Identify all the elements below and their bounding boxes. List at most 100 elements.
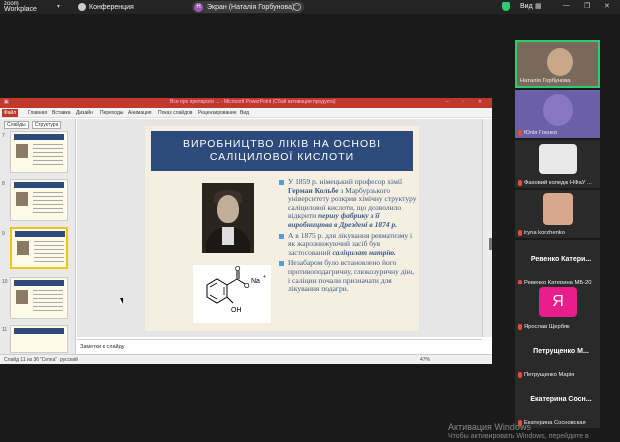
ribbon-tab-review[interactable]: Рецензирование: [198, 110, 237, 116]
slide-scrollbar[interactable]: [482, 119, 492, 337]
oxygen-label: O: [244, 283, 250, 290]
ribbon-tab-design[interactable]: Дизайн: [76, 110, 93, 116]
screen-share-pill[interactable]: Н Экран (Наталія Горбунова) ···: [192, 1, 304, 13]
slide-thumbnail-selected[interactable]: [10, 227, 68, 269]
charge-label: +: [263, 274, 266, 280]
slide-title-line1: ВИРОБНИЦТВО ЛІКІВ НА ОСНОВІ: [182, 138, 382, 150]
slide-thumbnail[interactable]: [10, 179, 68, 221]
muted-mic-icon: [518, 130, 522, 136]
slide-thumbnail[interactable]: [10, 277, 68, 319]
slide-bullets: У 1859 р. німецький професор хімії Герма…: [279, 177, 417, 296]
participant-tile[interactable]: Фаховий коледж НФаУ ...: [515, 140, 600, 188]
shared-screen: Все про препарати ... - Microsoft PowerP…: [0, 98, 492, 364]
participant-display-name: Ревенко Катери...: [530, 256, 592, 263]
sodium-label: Na: [251, 278, 260, 285]
language-label: русский: [60, 357, 78, 363]
close-icon[interactable]: ✕: [604, 2, 610, 10]
slide-thumbnail[interactable]: [10, 131, 68, 173]
notes-pane[interactable]: Заметки к слайду: [77, 339, 482, 354]
participant-name: Юлія Гоєнко: [524, 130, 557, 136]
minimize-icon[interactable]: —: [563, 2, 570, 9]
ppt-window-title: Все про препарати ... - Microsoft PowerP…: [170, 99, 336, 105]
ribbon-tab-slideshow[interactable]: Показ слайдов: [158, 110, 192, 116]
chevron-down-icon[interactable]: ▾: [57, 3, 60, 10]
slide-thumbnail[interactable]: [10, 325, 68, 353]
slides-pane: Слайды Структура 7 8 9 10 11: [0, 119, 76, 354]
participant-image: [539, 144, 577, 174]
muted-mic-icon: [518, 180, 522, 186]
ppt-app-icon: ▣: [4, 99, 9, 105]
ribbon-tab-transitions[interactable]: Переходы: [100, 110, 123, 116]
participant-tile[interactable]: Наталія Горбунова: [515, 40, 600, 88]
participant-tile[interactable]: Петрущенко М... Петрущенко Марія: [515, 332, 600, 380]
ribbon-tab-insert[interactable]: Вставка: [52, 110, 71, 116]
slide-editor: ВИРОБНИЦТВО ЛІКІВ НА ОСНОВІ САЛІЦИЛОВОЇ …: [77, 119, 482, 337]
ribbon-tab-view[interactable]: Вид: [240, 110, 249, 116]
thumb-number: 11: [2, 327, 8, 333]
tab-outline[interactable]: Структура: [31, 121, 62, 129]
hydroxyl-label: OH: [231, 307, 242, 314]
ppt-status-bar: Слайд 11 из 36 "Сетка" русский 47%: [0, 354, 492, 364]
zoom-level[interactable]: 47%: [420, 357, 430, 363]
more-icon[interactable]: ···: [293, 3, 301, 11]
participant-tile[interactable]: Екатерина Сосн... Екатерина Сосновская: [515, 380, 600, 428]
watermark-subtitle: Чтобы активировать Windows, перейдите в: [448, 433, 589, 440]
participant-name: Фаховий коледж НФаУ ...: [524, 180, 592, 186]
zoom-top-bar: zoom Workplace ▾ Конференция Н Экран (На…: [0, 0, 620, 14]
ppt-minimize-icon[interactable]: –: [446, 99, 449, 105]
restore-icon[interactable]: ❐: [584, 2, 590, 10]
tab-slides[interactable]: Слайды: [4, 121, 29, 129]
slide-title: ВИРОБНИЦТВО ЛІКІВ НА ОСНОВІ САЛІЦИЛОВОЇ …: [151, 131, 413, 171]
participant-name: Наталія Горбунова: [520, 78, 571, 84]
participant-display-name: Екатерина Сосн...: [530, 396, 592, 403]
watermark-title: Активация Windows: [448, 422, 531, 432]
bullet-item: У 1859 р. німецький професор хімії Герма…: [279, 177, 417, 230]
pane-tabs: Слайды Структура: [4, 121, 62, 129]
participant-display-name: Петрущенко М...: [533, 348, 589, 355]
zoom-logo: zoom Workplace: [4, 1, 37, 13]
view-menu[interactable]: Вид: [520, 3, 533, 10]
oxygen-label: O: [235, 266, 241, 273]
ppt-close-icon[interactable]: ✕: [478, 99, 482, 105]
ppt-restore-icon[interactable]: ▫: [462, 99, 464, 105]
slide-title-line2: САЛІЦИЛОВОЇ КИСЛОТИ: [209, 151, 355, 163]
kolbe-portrait: [202, 183, 254, 253]
ppt-title-bar: Все про препарати ... - Microsoft PowerP…: [0, 98, 492, 108]
windows-activation-watermark: Активация Windows Чтобы активировать Win…: [448, 422, 589, 442]
view-grid-icon[interactable]: ▦: [535, 2, 542, 10]
participant-tile[interactable]: Ревенко Катери... Ревенко Катерина МБ-20: [515, 240, 600, 288]
meeting-menu[interactable]: Конференция: [78, 3, 134, 11]
participant-video: [543, 193, 573, 225]
meeting-label: Конференция: [89, 3, 134, 11]
panel-divider-handle[interactable]: [489, 238, 492, 250]
muted-mic-icon: [518, 372, 522, 378]
bullet-item: Незабаром було встановлено його противоп…: [279, 259, 417, 293]
participant-tile[interactable]: Я Ярослав Щербяк: [515, 284, 600, 332]
participant-tile[interactable]: iryna korzhenko: [515, 190, 600, 238]
bullet-item: А в 1875 р. для лікування ревматизму і я…: [279, 231, 417, 258]
current-slide[interactable]: ВИРОБНИЦТВО ЛІКІВ НА ОСНОВІ САЛІЦИЛОВОЇ …: [145, 126, 419, 331]
ribbon-tab-home[interactable]: Главная: [28, 110, 47, 116]
participant-name: Ярослав Щербяк: [524, 324, 570, 330]
ribbon-tab-animation[interactable]: Анимация: [128, 110, 151, 116]
participant-avatar: Я: [539, 287, 577, 317]
muted-mic-icon: [518, 230, 522, 236]
thumb-number: 9: [2, 231, 5, 237]
share-label: Экран (Наталія Горбунова): [207, 3, 295, 11]
security-shield-icon[interactable]: [502, 2, 510, 11]
ppt-ribbon: Главная Вставка Дизайн Переходы Анимация…: [0, 108, 492, 118]
slide-counter: Слайд 11 из 36: [4, 357, 40, 363]
participant-name: iryna korzhenko: [524, 230, 565, 236]
participant-video: [543, 94, 573, 126]
thumb-number: 8: [2, 181, 5, 187]
muted-mic-icon: [518, 324, 522, 330]
share-avatar: Н: [194, 2, 203, 12]
sodium-salicylate-structure: O O Na + OH: [193, 265, 271, 323]
zoom-window: zoom Workplace ▾ Конференция Н Экран (На…: [0, 0, 620, 442]
participant-name: Петрущенко Марія: [524, 372, 575, 378]
participant-video: [547, 48, 573, 76]
participant-tile[interactable]: Юлія Гоєнко: [515, 90, 600, 138]
thumb-number: 7: [2, 133, 5, 139]
ribbon-tab-file[interactable]: Файл: [2, 109, 18, 117]
thumb-number: 10: [2, 279, 8, 285]
